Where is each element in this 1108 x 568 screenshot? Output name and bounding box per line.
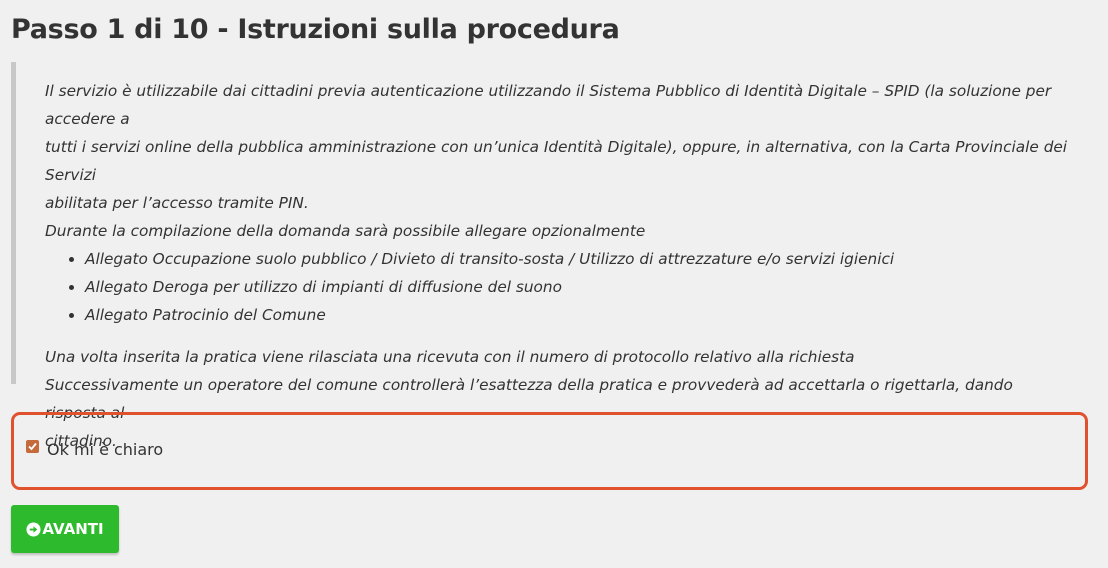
- list-item: Allegato Occupazione suolo pubblico / Di…: [85, 245, 1073, 273]
- confirm-checkbox-row[interactable]: Ok mi è chiaro: [26, 440, 163, 459]
- next-button-label: AVANTI: [42, 520, 104, 538]
- check-icon: [28, 442, 37, 451]
- intro-line: abilitata per l’accesso tramite PIN.: [45, 194, 309, 212]
- instructions-block: Il servizio è utilizzabile dai cittadini…: [11, 62, 1073, 450]
- confirm-checkbox[interactable]: [26, 440, 39, 453]
- intro-line: tutti i servizi online della pubblica am…: [45, 138, 1068, 184]
- receipt-note: Una volta inserita la pratica viene rila…: [45, 348, 855, 366]
- list-item: Allegato Deroga per utilizzo di impianti…: [85, 273, 1073, 301]
- page: Passo 1 di 10 - Istruzioni sulla procedu…: [0, 0, 1108, 568]
- list-item: Allegato Patrocinio del Comune: [85, 301, 1073, 329]
- attachments-list: Allegato Occupazione suolo pubblico / Di…: [45, 245, 1073, 329]
- arrow-circle-right-icon: [26, 521, 41, 537]
- next-button[interactable]: AVANTI: [11, 505, 119, 553]
- confirm-label: Ok mi è chiaro: [47, 440, 164, 459]
- attachments-intro: Durante la compilazione della domanda sa…: [45, 222, 646, 240]
- confirm-box: Ok mi è chiaro: [11, 412, 1088, 490]
- page-title: Passo 1 di 10 - Istruzioni sulla procedu…: [11, 14, 620, 45]
- intro-line: Il servizio è utilizzabile dai cittadini…: [45, 82, 1052, 128]
